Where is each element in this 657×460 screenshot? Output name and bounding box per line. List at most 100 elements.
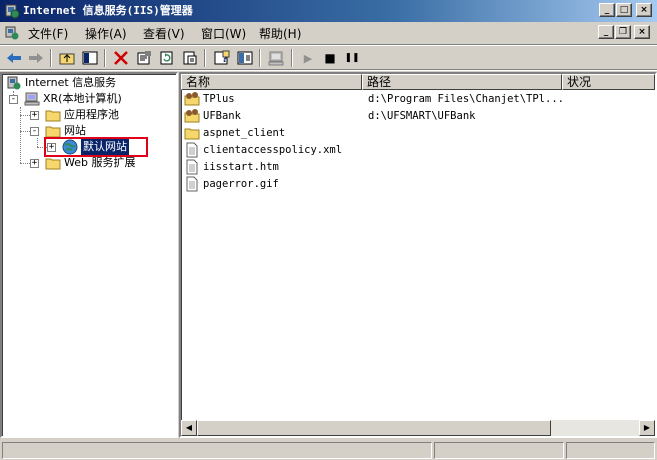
properties-icon — [137, 51, 151, 65]
folder-icon — [45, 110, 61, 122]
status-cell-main — [2, 442, 432, 459]
list-item-path: d:\UFSMART\UFBank — [368, 110, 476, 122]
show-tree-icon — [82, 51, 98, 65]
show-tree-button[interactable] — [80, 49, 100, 67]
tree-line — [20, 115, 30, 116]
tree-line — [20, 163, 30, 164]
expand-web-extensions-toggle[interactable]: + — [30, 159, 39, 168]
stop-button[interactable]: ■ — [320, 49, 340, 67]
menu-window[interactable]: 窗口(W) — [201, 26, 246, 42]
tree-item-computer[interactable]: XR(本地计算机) — [24, 91, 174, 107]
export-list-button[interactable] — [180, 49, 200, 67]
status-cell-secondary — [434, 442, 564, 459]
menu-file[interactable]: 文件(F) — [28, 26, 68, 42]
play-icon: ▶ — [303, 51, 313, 65]
status-bar — [0, 440, 657, 460]
collapse-websites-toggle[interactable]: - — [30, 127, 39, 136]
toolbar-separator — [291, 49, 293, 67]
list-item-ufbank[interactable]: UFBank — [184, 108, 364, 124]
collapse-computer-toggle[interactable]: - — [9, 95, 18, 104]
mdi-close-button[interactable]: × — [634, 25, 650, 39]
help-icon: ? — [214, 50, 230, 65]
file-icon — [186, 142, 198, 158]
mdi-minimize-button[interactable]: _ — [598, 25, 614, 39]
back-icon — [7, 53, 21, 63]
list-item-pagerror[interactable]: pagerror.gif — [184, 176, 364, 192]
toolbar-separator-line — [0, 69, 657, 71]
console-menu-icon[interactable] — [4, 25, 20, 41]
console-icon — [237, 51, 253, 65]
up-folder-icon — [59, 53, 75, 65]
stop-icon: ■ — [324, 51, 336, 65]
up-level-button[interactable] — [57, 49, 77, 67]
list-item-name: pagerror.gif — [203, 178, 279, 190]
list-item-name: TPlus — [203, 93, 235, 105]
iis-services-icon — [7, 76, 21, 90]
toolbar-separator — [259, 49, 261, 67]
virtual-directory-icon — [184, 109, 200, 123]
scroll-right-button[interactable]: ▶ — [639, 420, 655, 436]
menu-action[interactable]: 操作(A) — [85, 26, 127, 42]
scroll-thumb[interactable] — [197, 420, 551, 436]
tree-item-iis-root[interactable]: Internet 信息服务 — [6, 75, 176, 91]
list-item-iisstart[interactable]: iisstart.htm — [184, 159, 364, 175]
list-item-aspnet-client[interactable]: aspnet_client — [184, 125, 364, 141]
tree-label-app-pools: 应用程序池 — [64, 108, 119, 121]
computer-icon — [24, 92, 40, 106]
tree-item-app-pools[interactable]: 应用程序池 — [45, 107, 175, 123]
scroll-left-button[interactable]: ◀ — [181, 420, 197, 436]
file-icon — [186, 159, 198, 175]
tree-line — [37, 138, 38, 147]
toolbar-separator — [104, 49, 106, 67]
help-button[interactable]: ? — [212, 49, 232, 67]
list-item-name: iisstart.htm — [203, 161, 279, 173]
close-button[interactable]: × — [636, 3, 652, 17]
list-item-tplus[interactable]: TPlus — [184, 91, 364, 107]
start-button[interactable]: ▶ — [298, 49, 318, 67]
refresh-button[interactable] — [157, 49, 177, 67]
folder-icon — [45, 158, 61, 170]
column-header-status[interactable]: 状况 — [562, 74, 655, 90]
list-item-name: aspnet_client — [203, 127, 286, 139]
tree-label-web-extensions: Web 服务扩展 — [64, 156, 136, 169]
list-item-name: UFBank — [203, 110, 241, 122]
virtual-directory-icon — [184, 92, 200, 106]
export-icon — [183, 51, 197, 65]
delete-button[interactable] — [111, 49, 131, 67]
maximize-button[interactable]: □ — [616, 3, 632, 17]
list-item-clientaccesspolicy[interactable]: clientaccesspolicy.xml — [184, 142, 364, 158]
menu-help[interactable]: 帮助(H) — [259, 26, 301, 42]
toolbar-separator — [50, 49, 52, 67]
status-cell-tertiary — [566, 442, 655, 459]
forward-icon — [29, 53, 43, 63]
tree-label-computer: XR(本地计算机) — [43, 92, 122, 105]
list-item-name: clientaccesspolicy.xml — [203, 144, 343, 156]
delete-icon — [114, 51, 128, 65]
column-header-name[interactable]: 名称 — [181, 74, 362, 90]
title-bar[interactable]: Internet 信息服务(IIS)管理器 _ □ × — [0, 0, 657, 22]
back-button[interactable] — [4, 49, 24, 67]
connect-computer-button[interactable] — [266, 49, 286, 67]
console-button[interactable] — [235, 49, 255, 67]
computer-icon — [268, 51, 284, 66]
tree-item-web-extensions[interactable]: Web 服务扩展 — [45, 155, 175, 171]
pause-button[interactable]: ❚❚ — [342, 49, 362, 67]
expand-app-pools-toggle[interactable]: + — [30, 111, 39, 120]
folder-icon — [184, 128, 200, 140]
iis-manager-icon — [5, 4, 20, 19]
column-header-path[interactable]: 路径 — [362, 74, 562, 90]
annotation-highlight-box — [44, 137, 148, 157]
toolbar-separator — [204, 49, 206, 67]
mdi-restore-button[interactable]: ❐ — [615, 25, 631, 39]
tree-label-iis-root: Internet 信息服务 — [25, 76, 117, 89]
list-item-path: d:\Program Files\Chanjet\TPl... — [368, 93, 564, 105]
forward-button[interactable] — [26, 49, 46, 67]
horizontal-scrollbar[interactable]: ◀ ▶ — [181, 420, 655, 436]
menu-view[interactable]: 查看(V) — [143, 26, 185, 42]
refresh-icon — [160, 51, 173, 65]
minimize-button[interactable]: _ — [599, 3, 615, 17]
pause-icon: ❚❚ — [344, 53, 360, 63]
tree-line — [20, 131, 30, 132]
properties-button[interactable] — [134, 49, 154, 67]
menu-separator — [0, 44, 657, 46]
